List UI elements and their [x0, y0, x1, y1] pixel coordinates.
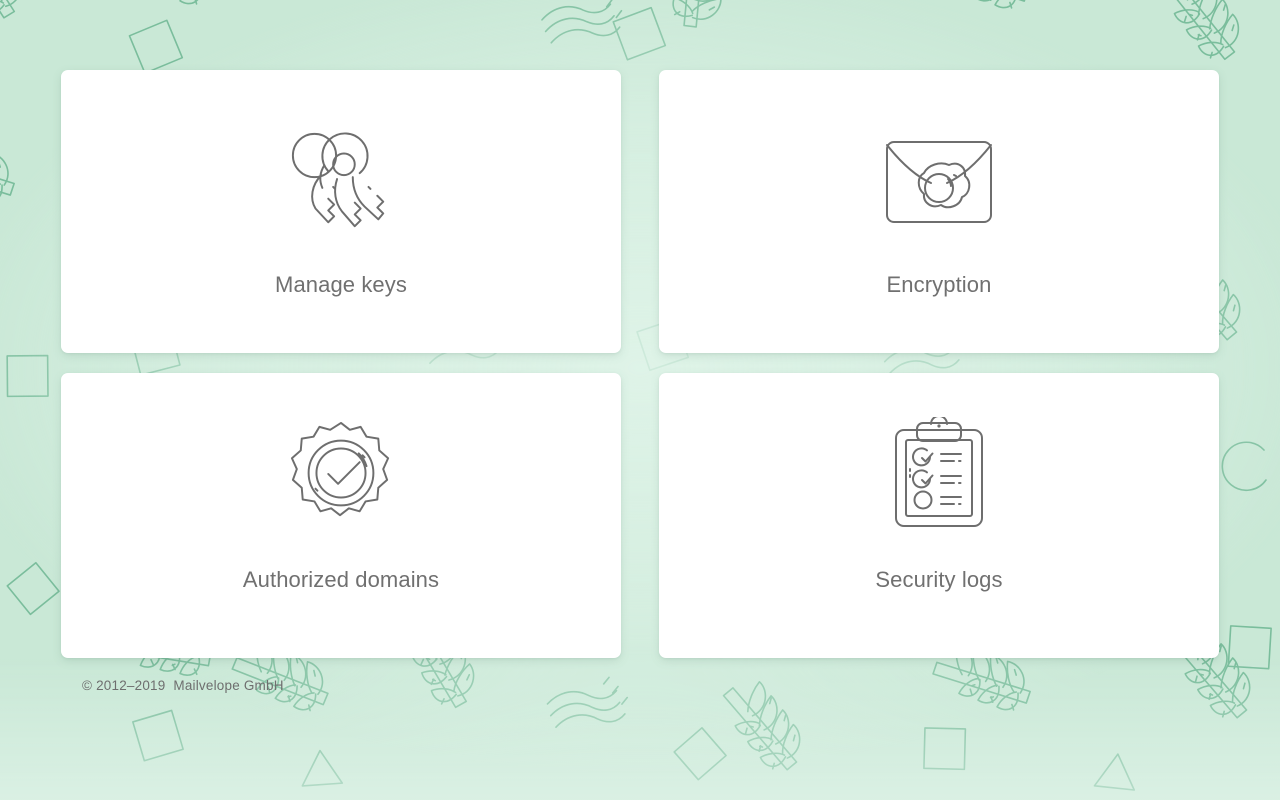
tile-label: Encryption	[886, 272, 992, 297]
tile-manage-keys[interactable]: Manage keys	[61, 70, 621, 353]
tile-authorized-domains[interactable]: Authorized domains	[61, 373, 621, 658]
tile-security-logs[interactable]: Security logs	[659, 373, 1219, 658]
verified-badge-icon	[288, 413, 394, 533]
footer-copyright: © 2012–2019 Mailvelope GmbH	[82, 678, 284, 693]
tile-label: Security logs	[875, 567, 1003, 592]
sealed-envelope-icon	[884, 122, 994, 242]
tile-label: Manage keys	[275, 272, 407, 297]
keys-icon	[282, 122, 400, 242]
dashboard-tile-grid: Manage keys Encryption Authorized domain…	[61, 70, 1219, 658]
clipboard-checklist-icon	[893, 413, 985, 533]
tile-encryption[interactable]: Encryption	[659, 70, 1219, 353]
tile-label: Authorized domains	[242, 567, 440, 592]
